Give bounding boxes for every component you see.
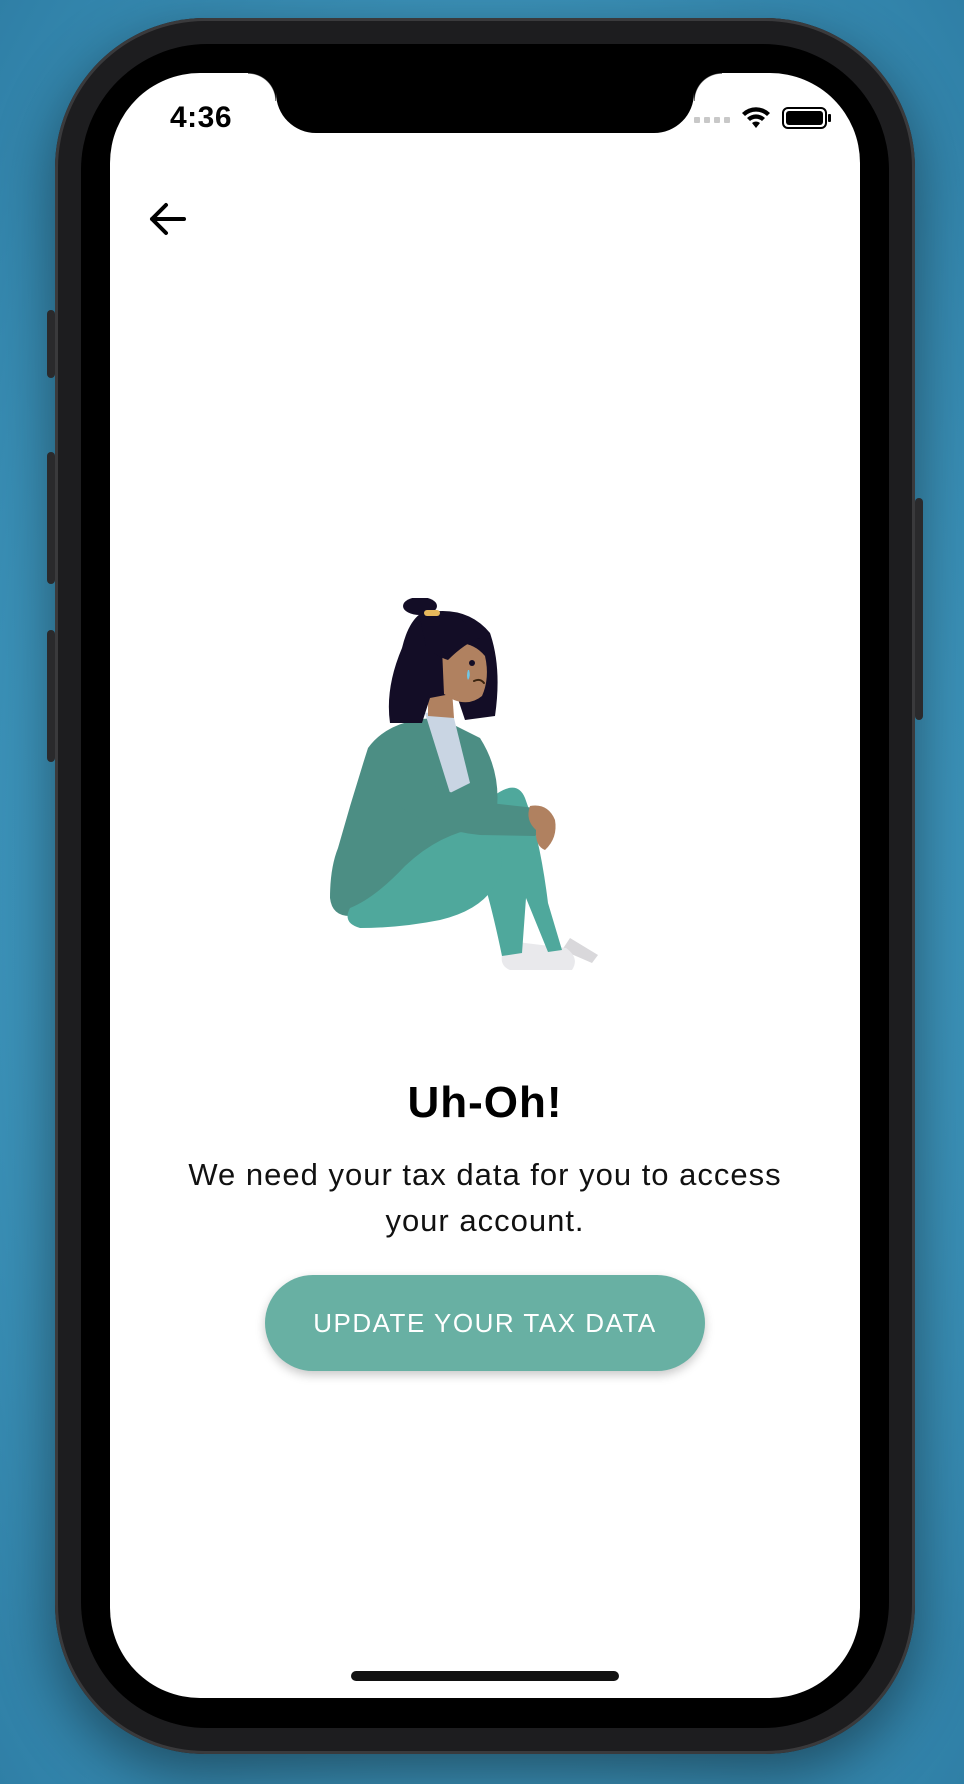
arrow-left-icon xyxy=(150,203,186,235)
wifi-icon xyxy=(742,107,770,128)
update-tax-data-button[interactable]: UPDATE YOUR TAX DATA xyxy=(265,1275,705,1371)
side-button-power xyxy=(915,498,923,720)
side-button-volume-down xyxy=(47,630,55,762)
app-screen: 4:36 Uh-Oh! We need your tax data for yo… xyxy=(110,73,860,1698)
home-indicator[interactable] xyxy=(351,1671,619,1681)
sad-woman-sitting-illustration xyxy=(330,598,598,970)
battery-icon xyxy=(782,107,831,129)
info-message: We need your tax data for you to access … xyxy=(188,1157,782,1238)
side-button-volume-up xyxy=(47,452,55,584)
side-button-mute xyxy=(47,310,55,378)
status-icons xyxy=(694,106,832,130)
status-time: 4:36 xyxy=(170,101,233,134)
back-button[interactable] xyxy=(146,197,190,241)
notch xyxy=(248,73,722,133)
signal-icon xyxy=(694,117,730,123)
page-title: Uh-Oh! xyxy=(407,1078,563,1127)
